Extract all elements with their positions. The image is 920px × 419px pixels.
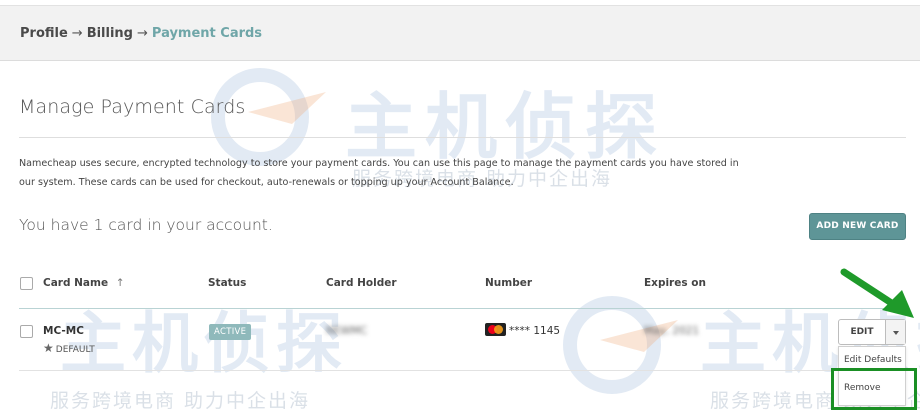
column-card-name[interactable]: Card Name ↑: [43, 277, 125, 289]
status-badge: ACTIVE: [209, 324, 252, 340]
default-badge: ★ DEFAULT: [43, 341, 95, 355]
title-divider: [19, 137, 906, 138]
column-card-name-label: Card Name: [43, 277, 109, 289]
card-count-text: You have 1 card in your account.: [19, 216, 273, 234]
column-number: Number: [485, 277, 533, 289]
star-icon: ★: [43, 341, 54, 355]
sort-asc-icon: ↑: [115, 277, 125, 289]
select-all-checkbox[interactable]: [20, 277, 33, 290]
menu-item-edit-defaults[interactable]: Edit Defaults: [844, 355, 902, 365]
caret-down-icon: [892, 331, 899, 335]
breadcrumb: Profile → Billing → Payment Cards: [20, 26, 262, 41]
mastercard-icon: [485, 323, 506, 336]
table-header: Card Name ↑ Status Card Holder Number Ex…: [19, 266, 906, 309]
column-status: Status: [208, 277, 247, 289]
column-expires-on: Expires on: [644, 277, 706, 289]
breadcrumb-billing[interactable]: Billing: [87, 26, 133, 41]
page-title: Manage Payment Cards: [19, 96, 246, 118]
breadcrumb-separator: →: [136, 26, 148, 41]
table-row: MC-MC ★ DEFAULT ACTIVE NEWMC **** 1145 Ma…: [19, 309, 906, 371]
annotation-arrow-icon: [840, 268, 914, 318]
card-expiry: May, 2021: [644, 325, 700, 337]
card-name: MC-MC: [43, 325, 84, 337]
edit-dropdown-toggle[interactable]: [885, 320, 905, 344]
row-checkbox[interactable]: [20, 325, 33, 338]
add-new-card-button[interactable]: ADD NEW CARD: [809, 213, 906, 240]
edit-button[interactable]: EDIT: [839, 320, 885, 344]
annotation-highlight-box: [831, 368, 917, 410]
card-number: **** 1145: [509, 325, 561, 337]
default-label: DEFAULT: [55, 345, 95, 355]
edit-split-button: EDIT: [838, 319, 906, 345]
breadcrumb-profile[interactable]: Profile: [20, 26, 68, 41]
breadcrumb-separator: →: [71, 26, 83, 41]
breadcrumb-current: Payment Cards: [151, 26, 263, 41]
breadcrumb-bar: Profile → Billing → Payment Cards: [0, 5, 920, 61]
card-holder-name: NEWMC: [326, 325, 368, 337]
column-card-holder: Card Holder: [326, 277, 397, 289]
watermark-subtitle: 服务跨境电商 助力中企出海: [50, 390, 311, 412]
page-description: Namecheap uses secure, encrypted technol…: [19, 158, 739, 188]
